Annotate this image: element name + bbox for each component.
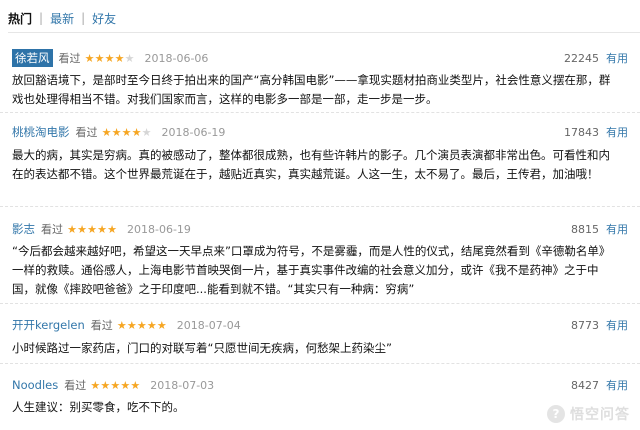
rating-stars: ★ ★ ★ ★ ★ [117,320,167,331]
star-filled-icon: ★ [107,222,117,236]
star-empty-icon: ★ [124,51,135,65]
star-filled-icon: ★ [77,222,87,236]
question-mark-icon: ? [547,405,565,423]
star-filled-icon: ★ [126,318,137,332]
review-header: Noodles 看过 ★ ★ ★ ★ ★ 2018-07-03 8427 有用 [12,375,628,395]
review-item: 桃桃淘电影 看过 ★ ★ ★ ★ ★ 2018-06-19 17843 有用 最大的病，… [0,122,640,207]
review-username[interactable]: 影志 [12,221,35,237]
review-date: 2018-07-04 [176,318,241,332]
review-date: 2018-07-03 [150,378,215,392]
tab-latest[interactable]: 最新 [50,10,74,27]
star-filled-icon: ★ [90,378,101,392]
review-header: 桃桃淘电影 看过 ★ ★ ★ ★ ★ 2018-06-19 17843 有用 [12,122,628,142]
star-filled-icon: ★ [97,222,107,236]
star-filled-icon: ★ [84,51,95,65]
review-status: 看过 [58,52,81,65]
review-text: 放回豁语境下，是部时至今日终于拍出来的国产“高分韩国电影”——拿现实题材拍商业类… [12,73,611,106]
star-filled-icon: ★ [114,51,125,65]
rating-stars: ★ ★ ★ ★ ★ [67,224,117,235]
star-empty-icon: ★ [141,125,152,139]
tab-separator: | [81,11,86,25]
review-username[interactable]: 开开kergelen [12,317,85,333]
star-filled-icon: ★ [131,125,142,139]
review-date: 2018-06-06 [144,51,209,65]
tab-friends[interactable]: 好友 [92,10,116,27]
star-filled-icon: ★ [130,378,141,392]
star-filled-icon: ★ [116,318,127,332]
review-text: 最大的病，其实是穷病。真的被感动了，整体都很成熟，也有些许韩片的影子。几个演员表… [12,148,610,181]
tabs-divider [8,32,640,33]
review-username[interactable]: 桃桃淘电影 [12,124,70,140]
review-header: 影志 看过 ★ ★ ★ ★ ★ 2018-06-19 8815 有用 [12,219,628,239]
review-status: 看过 [64,379,87,392]
review-header: 开开kergelen 看过 ★ ★ ★ ★ ★ 2018-07-04 8773 有用 [12,315,628,335]
review-item: 影志 看过 ★ ★ ★ ★ ★ 2018-06-19 8815 有用 “今后都会越来越好… [0,219,640,304]
review-date: 2018-06-19 [127,222,191,236]
tab-hot[interactable]: 热门 [8,10,32,27]
review-username[interactable]: 徐若风 [12,49,53,67]
review-item: 徐若风 看过 ★ ★ ★ ★ ★ 2018-06-06 22245 有用 放回豁语境下，… [0,48,640,113]
star-filled-icon: ★ [110,378,121,392]
review-date: 2018-06-19 [161,125,226,139]
rating-stars: ★ ★ ★ ★ ★ [90,380,140,391]
useful-button[interactable]: 有用 [606,221,628,237]
star-filled-icon: ★ [156,318,167,332]
useful-count: 8773 [571,318,599,332]
star-filled-icon: ★ [136,318,147,332]
watermark-text: 悟空问答 [570,407,630,423]
review-item: Noodles 看过 ★ ★ ★ ★ ★ 2018-07-03 8427 有用 人生建议… [0,375,640,425]
rating-stars: ★ ★ ★ ★ ★ [102,127,152,138]
useful-button[interactable]: 有用 [606,317,628,333]
rating-stars: ★ ★ ★ ★ ★ [85,53,135,64]
watermark-logo: ? 悟空问答 [547,404,630,424]
star-filled-icon: ★ [100,378,111,392]
star-filled-icon: ★ [94,51,105,65]
star-filled-icon: ★ [101,125,112,139]
useful-count: 8427 [571,378,599,392]
useful-count: 8815 [571,222,599,236]
review-text: 人生建议：别买零食，吃不下的。 [12,400,185,414]
useful-button[interactable]: 有用 [606,124,628,140]
star-filled-icon: ★ [146,318,157,332]
useful-button[interactable]: 有用 [606,377,628,393]
useful-count: 17843 [564,125,599,139]
star-filled-icon: ★ [121,125,132,139]
review-header: 徐若风 看过 ★ ★ ★ ★ ★ 2018-06-06 22245 有用 [12,48,628,68]
star-filled-icon: ★ [120,378,131,392]
review-status: 看过 [41,223,63,236]
star-filled-icon: ★ [67,222,77,236]
review-status: 看过 [90,319,113,332]
star-filled-icon: ★ [111,125,122,139]
tab-separator: | [39,11,44,25]
useful-button[interactable]: 有用 [606,50,628,66]
review-status: 看过 [75,126,98,139]
comment-tabs: 热门 | 最新 | 好友 [8,8,116,28]
star-filled-icon: ★ [87,222,97,236]
review-username[interactable]: Noodles [12,378,58,392]
useful-count: 22245 [564,51,599,65]
review-text: “今后都会越来越好吧，希望这一天早点来”口罩成为符号，不是雾霾，而是人性的仪式，… [12,244,611,296]
review-text: 小时候路过一家药店，门口的对联写着“只愿世间无疾病，何愁架上药染尘” [12,341,392,355]
star-filled-icon: ★ [104,51,115,65]
review-item: 开开kergelen 看过 ★ ★ ★ ★ ★ 2018-07-04 8773 有用 小… [0,315,640,364]
